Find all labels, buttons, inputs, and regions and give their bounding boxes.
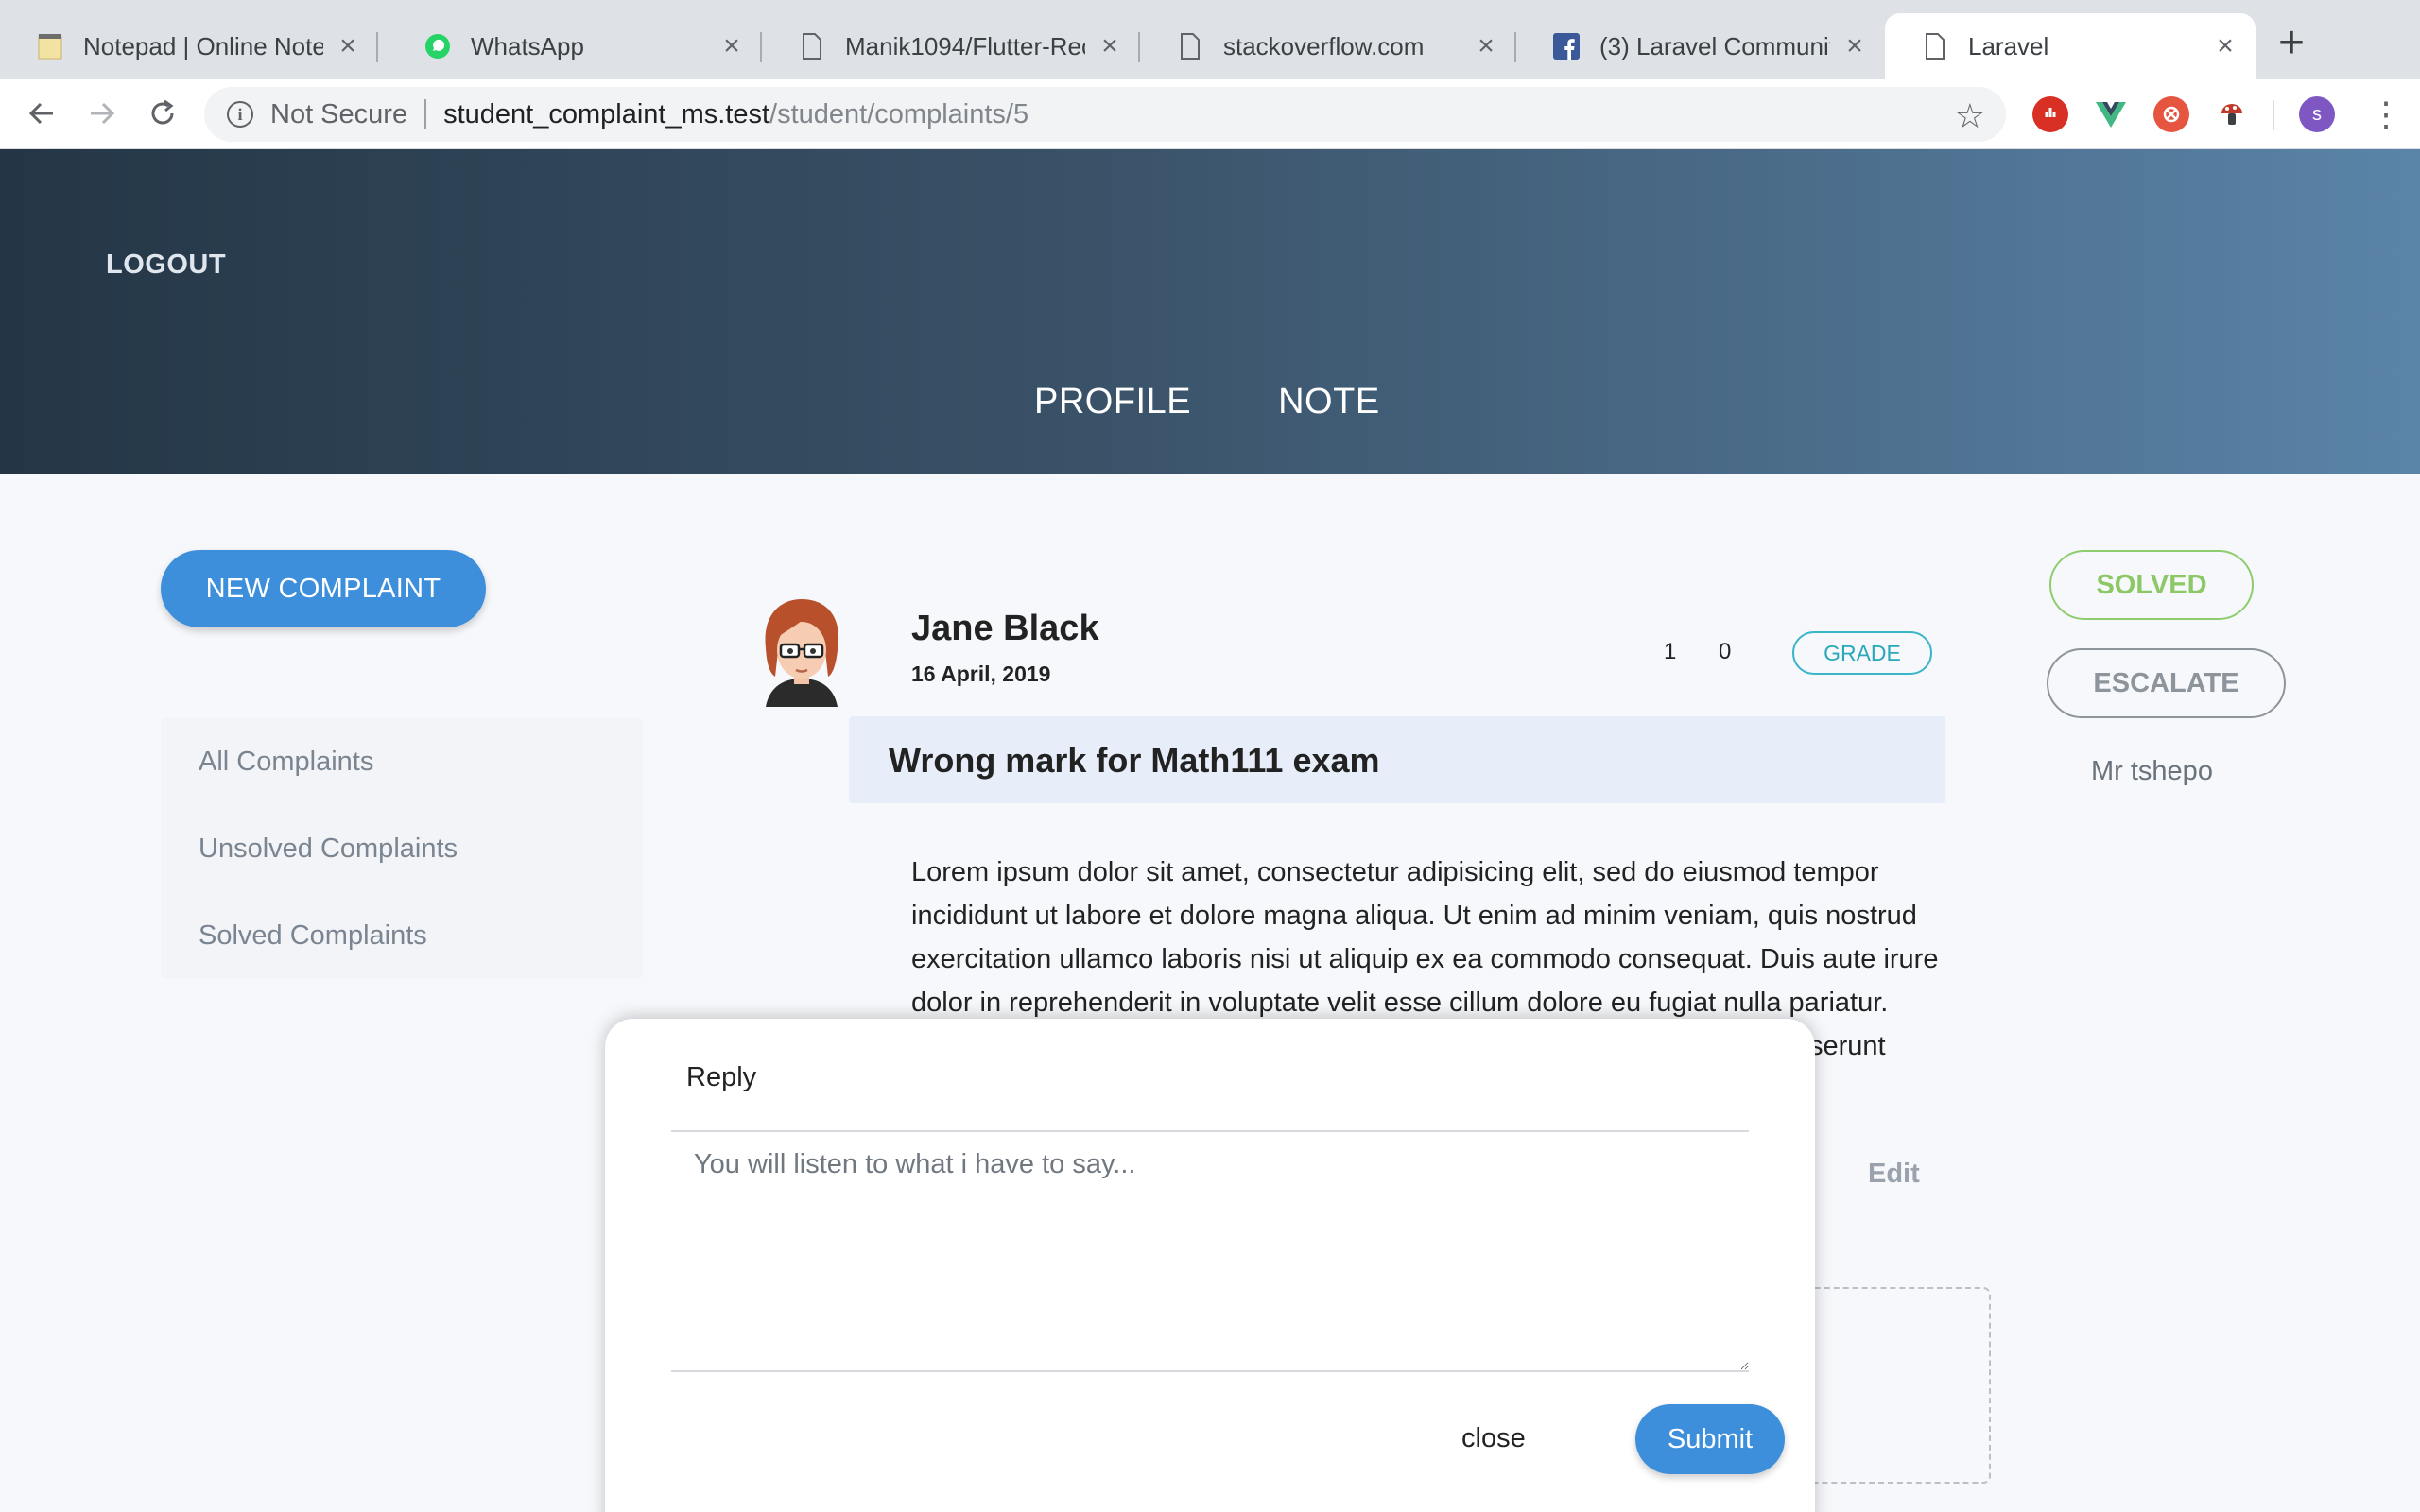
browser-tab[interactable]: (3) Laravel Community × bbox=[1516, 13, 1885, 79]
bookmark-star-icon[interactable]: ☆ bbox=[1955, 96, 1985, 136]
browser-tab[interactable]: Manik1094/Flutter-Recipe × bbox=[762, 13, 1140, 79]
new-tab-icon[interactable]: + bbox=[2278, 21, 2305, 66]
nav-profile[interactable]: PROFILE bbox=[1034, 382, 1191, 422]
document-icon bbox=[1176, 32, 1204, 60]
adblock-extension-icon[interactable] bbox=[2032, 96, 2068, 132]
reload-icon[interactable] bbox=[142, 93, 183, 134]
forward-arrow-icon[interactable] bbox=[81, 93, 123, 134]
tab-title: WhatsApp bbox=[471, 31, 584, 60]
profile-avatar[interactable]: s bbox=[2299, 96, 2335, 132]
tab-title: (3) Laravel Community bbox=[1599, 31, 1830, 60]
nav-note[interactable]: NOTE bbox=[1278, 382, 1380, 422]
browser-tab[interactable]: Notepad | Online Notes × bbox=[0, 13, 378, 79]
browser-tab-bar: Notepad | Online Notes × WhatsApp × Mani… bbox=[0, 0, 2420, 79]
complaint-date: 16 April, 2019 bbox=[911, 662, 1051, 686]
dropzone-box bbox=[1796, 1287, 1991, 1484]
mushroom-extension-icon[interactable] bbox=[2214, 96, 2250, 132]
browser-tab[interactable]: stackoverflow.com × bbox=[1140, 13, 1516, 79]
app-header: LOGOUT PROFILE NOTE bbox=[0, 149, 2420, 474]
back-arrow-icon[interactable] bbox=[21, 93, 62, 134]
avatar bbox=[756, 595, 847, 707]
complaint-subject: Wrong mark for Math111 exam bbox=[889, 741, 1380, 780]
url-path: /student/complaints/5 bbox=[769, 98, 1029, 129]
browser-toolbar: i Not Secure student_complaint_ms.test/s… bbox=[0, 79, 2420, 149]
close-tab-icon[interactable]: × bbox=[1843, 30, 1866, 62]
complaint-body-text: Lorem ipsum dolor sit amet, consectetur … bbox=[911, 857, 1939, 1018]
tab-title: Laravel bbox=[1968, 31, 2049, 60]
complaints-filter-menu: All Complaints Unsolved Complaints Solve… bbox=[161, 718, 643, 979]
address-divider bbox=[424, 99, 427, 129]
browser-tab[interactable]: WhatsApp × bbox=[388, 13, 762, 79]
info-icon[interactable]: i bbox=[227, 101, 253, 128]
reply-modal: Reply close Submit bbox=[605, 1019, 1815, 1512]
document-icon bbox=[1921, 32, 1949, 60]
profile-initial: s bbox=[2312, 103, 2322, 125]
address-bar[interactable]: i Not Secure student_complaint_ms.test/s… bbox=[204, 87, 2006, 142]
logout-link[interactable]: LOGOUT bbox=[106, 249, 226, 281]
menu-item-solved-complaints[interactable]: Solved Complaints bbox=[199, 920, 427, 952]
submit-button[interactable]: Submit bbox=[1635, 1404, 1785, 1474]
url-host: student_complaint_ms.test bbox=[443, 98, 770, 129]
assignee-name: Mr tshepo bbox=[2091, 756, 2213, 786]
reply-label: Reply bbox=[686, 1062, 757, 1092]
vue-devtools-extension-icon[interactable] bbox=[2093, 96, 2129, 132]
complaint-author: Jane Black bbox=[911, 609, 1099, 648]
upvote-count[interactable]: 1 bbox=[1664, 639, 1676, 665]
reply-textarea[interactable] bbox=[671, 1132, 1749, 1372]
security-label: Not Secure bbox=[270, 98, 408, 129]
whatsapp-icon bbox=[424, 32, 452, 60]
downvote-count[interactable]: 0 bbox=[1719, 639, 1731, 665]
escalate-button[interactable]: ESCALATE bbox=[2047, 648, 2286, 718]
facebook-icon bbox=[1552, 32, 1581, 60]
close-tab-icon[interactable]: × bbox=[337, 30, 359, 62]
edit-link[interactable]: Edit bbox=[1868, 1159, 1920, 1190]
tab-separator bbox=[376, 32, 378, 62]
tab-title: stackoverflow.com bbox=[1223, 31, 1425, 60]
tab-title: Manik1094/Flutter-Recipe bbox=[845, 31, 1085, 60]
close-button[interactable]: close bbox=[1461, 1423, 1526, 1454]
close-tab-icon[interactable]: × bbox=[1475, 30, 1497, 62]
notepad-icon bbox=[36, 32, 64, 60]
complaint-subject-bar: Wrong mark for Math111 exam bbox=[849, 716, 1945, 803]
extension-icon[interactable] bbox=[2153, 96, 2189, 132]
menu-item-all-complaints[interactable]: All Complaints bbox=[199, 747, 373, 778]
new-complaint-button[interactable]: NEW COMPLAINT bbox=[161, 550, 486, 627]
close-tab-icon[interactable]: × bbox=[1098, 30, 1121, 62]
close-tab-icon[interactable]: × bbox=[720, 30, 743, 62]
kebab-menu-icon[interactable]: ⋮ bbox=[2369, 94, 2403, 134]
browser-tab-active[interactable]: Laravel × bbox=[1885, 13, 2256, 79]
toolbar-divider bbox=[2273, 100, 2274, 130]
main-nav: PROFILE NOTE bbox=[1034, 382, 1380, 422]
document-icon bbox=[798, 32, 826, 60]
close-tab-icon[interactable]: × bbox=[2214, 30, 2237, 62]
grade-button[interactable]: GRADE bbox=[1792, 631, 1932, 675]
tab-title: Notepad | Online Notes bbox=[83, 31, 323, 60]
solved-button[interactable]: SOLVED bbox=[2049, 550, 2254, 620]
menu-item-unsolved-complaints[interactable]: Unsolved Complaints bbox=[199, 833, 458, 865]
